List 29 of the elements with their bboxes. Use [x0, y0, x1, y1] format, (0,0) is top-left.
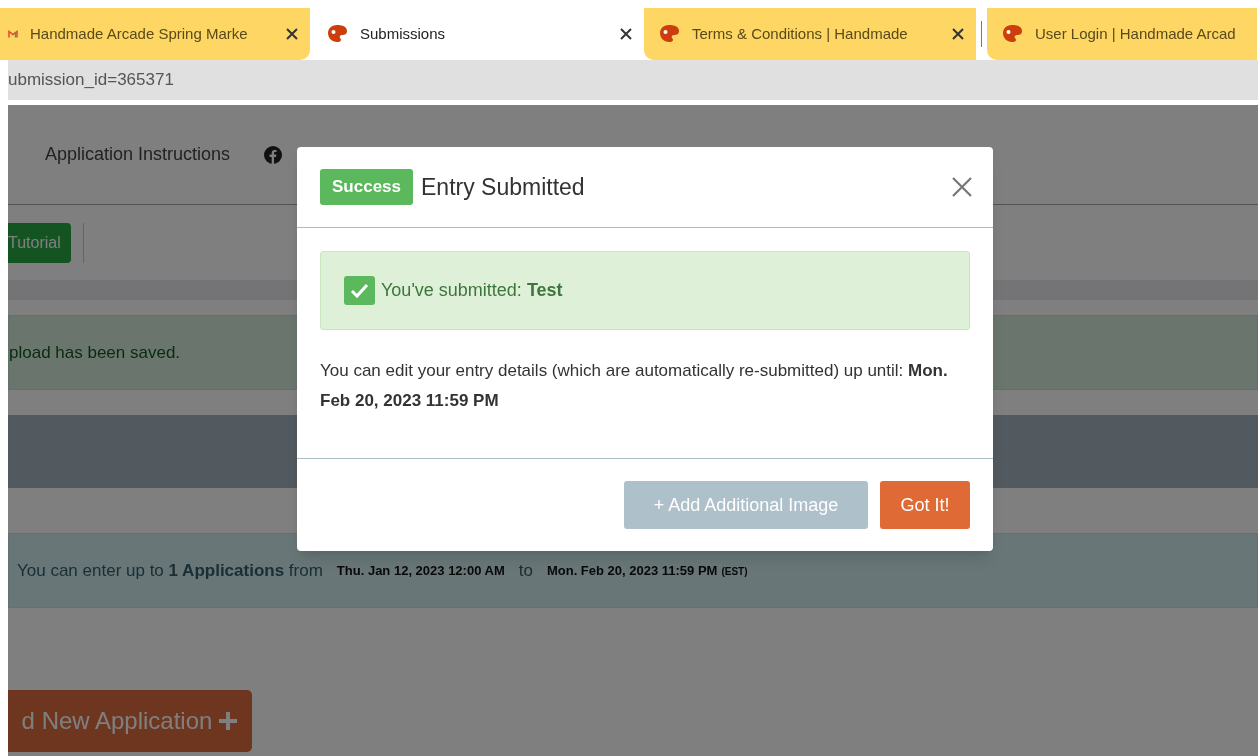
address-url[interactable]: ubmission_id=365371 — [8, 67, 174, 93]
browser-tab[interactable]: User Login | Handmade Arcad — [987, 8, 1257, 60]
tab-title: Submissions — [360, 23, 447, 44]
tab-title: User Login | Handmade Arcad — [1035, 23, 1237, 44]
close-icon[interactable] — [952, 28, 964, 40]
date-separator: to — [518, 559, 533, 582]
plus-icon — [218, 711, 239, 731]
timezone-label: (EST) — [721, 564, 748, 579]
palette-icon — [1001, 23, 1023, 45]
entry-limit-text: You can enter up to 1 Applications from — [17, 559, 323, 582]
close-icon[interactable] — [620, 28, 632, 40]
palette-icon — [658, 23, 680, 45]
nav-link[interactable]: Application Instructions — [45, 141, 231, 168]
status-badge: Success — [320, 169, 413, 205]
modal-title: Entry Submitted — [421, 172, 586, 202]
browser-tab[interactable]: Terms & Conditions | Handmade — [644, 8, 976, 60]
end-date: Mon. Feb 20, 2023 11:59 PM — [546, 561, 718, 580]
alert-message: pload has been saved. — [9, 341, 181, 364]
start-date: Thu. Jan 12, 2023 12:00 AM — [336, 561, 505, 580]
got-it-button[interactable]: Got It! — [880, 481, 970, 529]
palette-icon — [326, 23, 348, 45]
tab-title: Terms & Conditions | Handmade — [692, 23, 909, 44]
browser-tab[interactable]: Handmade Arcade Spring Marke — [0, 8, 310, 60]
tab-title: Handmade Arcade Spring Marke — [30, 23, 249, 44]
checkbox-check-icon — [344, 276, 375, 305]
submitted-message: You've submitted: Test — [381, 279, 563, 302]
close-icon[interactable] — [286, 28, 298, 40]
facebook-icon[interactable] — [264, 145, 283, 164]
edit-deadline-message: You can edit your entry details (which are automatically re-submitted) up until: Mon. Feb 20, 2023 11:59 PM — [320, 360, 949, 412]
